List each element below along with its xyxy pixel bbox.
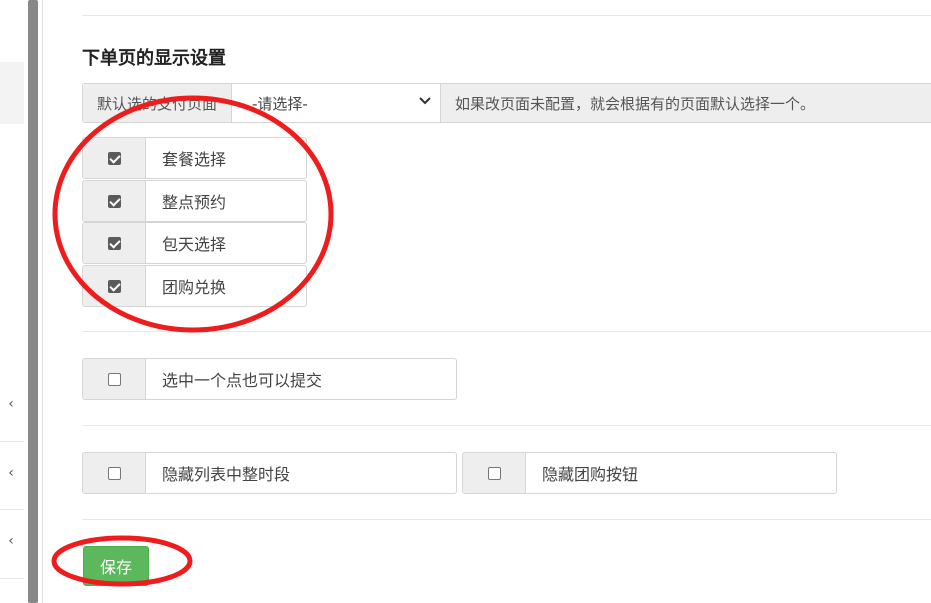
section-divider [82,519,931,520]
chevron-left-icon[interactable]: ‹ [4,465,18,481]
checkbox[interactable] [107,151,121,165]
option-single-point[interactable]: 选中一个点也可以提交 [82,358,457,400]
checkbox-cell [83,138,146,178]
chevron-left-icon[interactable]: ‹ [4,533,18,549]
checkbox-cell [83,266,146,306]
checkbox[interactable] [487,466,501,480]
section-title: 下单页的显示设置 [82,48,226,69]
checkbox[interactable] [107,372,121,386]
checkbox-cell [83,359,146,399]
pay-page-select[interactable]: -请选择- [231,84,442,122]
chevron-left-icon[interactable]: ‹ [4,396,18,412]
checkbox-cell [83,223,146,263]
left-sidebar: ‹ ‹ ‹ [0,0,26,603]
sidebar-divider [0,509,24,510]
pay-page-label: 默认选的支付页面 [83,84,232,122]
pay-page-group: 默认选的支付页面 -请选择- 如果改页面未配置，就会根据有的页面默认选择一个。 [82,83,931,123]
option-label: 隐藏团购按钮 [542,465,639,484]
sidebar-divider [0,441,24,442]
sidebar-divider [0,578,24,579]
option-daily[interactable]: 包天选择 [82,222,307,264]
option-hide-groupbuy-button[interactable]: 隐藏团购按钮 [462,452,837,494]
checkbox[interactable] [107,466,121,480]
sidebar-active-item[interactable] [0,62,24,124]
option-label: 套餐选择 [162,150,227,169]
pay-page-select-value: -请选择- [252,94,308,113]
save-button[interactable]: 保存 [83,546,149,586]
option-hide-hourly[interactable]: 隐藏列表中整时段 [82,452,457,494]
option-label: 隐藏列表中整时段 [162,465,291,484]
scrollbar[interactable] [28,0,38,603]
checkbox-cell [463,453,526,493]
option-label: 团购兑换 [162,278,227,297]
checkbox[interactable] [107,236,121,250]
checkbox-cell [83,181,146,221]
option-label: 包天选择 [162,235,227,254]
chevron-down-icon [419,97,431,105]
option-groupbuy[interactable]: 团购兑换 [82,265,307,307]
section-divider [82,15,931,16]
content-divider [42,0,43,603]
option-label: 选中一个点也可以提交 [162,371,323,390]
option-label: 整点预约 [162,193,227,212]
section-divider [82,331,931,332]
option-package[interactable]: 套餐选择 [82,137,307,179]
checkbox-cell [83,453,146,493]
option-hourly[interactable]: 整点预约 [82,180,307,222]
checkbox[interactable] [107,194,121,208]
pay-page-help: 如果改页面未配置，就会根据有的页面默认选择一个。 [441,84,931,122]
checkbox[interactable] [107,279,121,293]
section-divider [82,425,931,426]
